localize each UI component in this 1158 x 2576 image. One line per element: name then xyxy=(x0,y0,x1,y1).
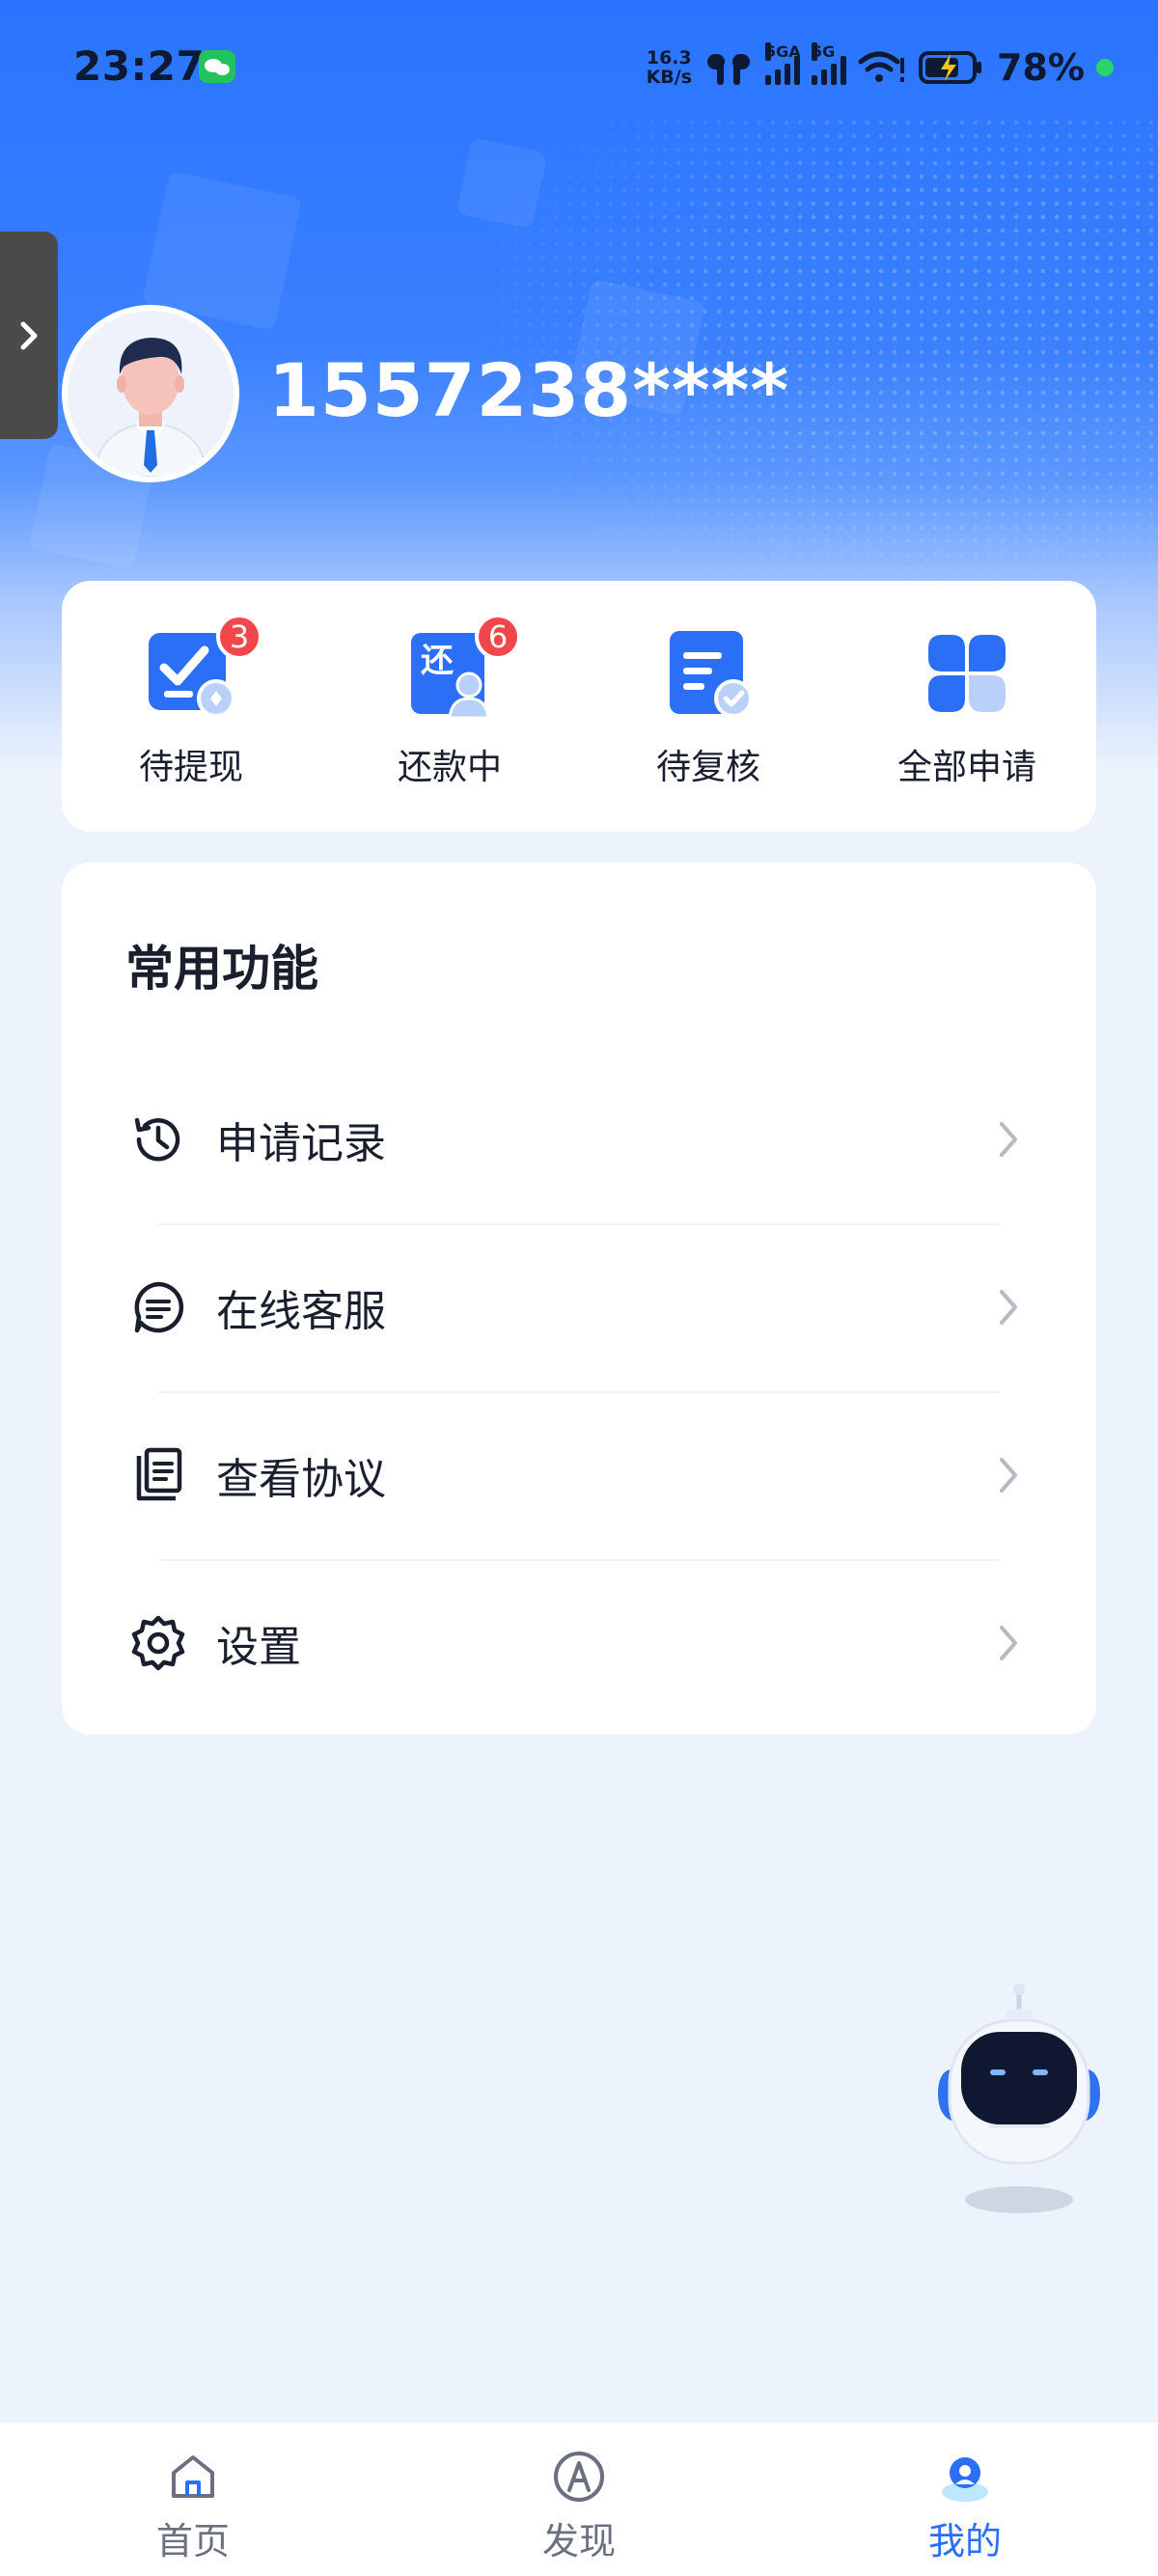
menu-item-label: 设置 xyxy=(216,1623,301,1672)
quick-action-pending-review[interactable]: 待复核 xyxy=(579,581,838,832)
side-expand-tab[interactable] xyxy=(0,232,58,439)
quick-action-all-applications[interactable]: 全部申请 xyxy=(838,581,1096,832)
document-icon xyxy=(136,1447,182,1501)
history-icon xyxy=(134,1117,180,1162)
all-apps-icon xyxy=(928,635,1006,712)
badge-count: 3 xyxy=(216,614,262,660)
signal-icon-2: 5G xyxy=(812,42,847,85)
battery-charging-icon xyxy=(919,51,982,84)
menu-item-view-agreements[interactable]: 查看协议 xyxy=(62,1391,1096,1559)
quick-action-label: 待复核 xyxy=(655,748,760,787)
bottom-navigation: 首页 发现 我的 xyxy=(0,2422,1158,2576)
menu-item-settings[interactable]: 设置 xyxy=(62,1559,1096,1727)
robot-assistant-button[interactable] xyxy=(930,1982,1108,2223)
nav-discover[interactable]: 发现 xyxy=(386,2423,772,2576)
avatar[interactable] xyxy=(62,305,239,482)
signal-icon: 5GA xyxy=(765,42,801,85)
battery-percent: 78% xyxy=(997,46,1085,89)
home-icon xyxy=(172,2455,214,2498)
quick-action-label: 全部申请 xyxy=(896,748,1036,787)
chat-icon xyxy=(134,1281,184,1333)
chevron-right-icon xyxy=(1000,1626,1017,1660)
nav-label: 发现 xyxy=(541,2520,616,2562)
user-avatar-icon xyxy=(68,311,234,477)
menu-item-label: 申请记录 xyxy=(216,1119,386,1168)
earbuds-icon xyxy=(707,54,751,85)
quick-action-label: 待提现 xyxy=(138,748,243,787)
wifi-icon xyxy=(858,51,905,82)
nav-home[interactable]: 首页 xyxy=(0,2423,386,2576)
chevron-right-icon xyxy=(1000,1290,1017,1325)
user-phone-number: 1557238**** xyxy=(268,347,790,433)
common-functions-card: 常用功能 申请记录 在线客服 查看协议 设置 xyxy=(62,863,1096,1735)
status-time: 23:27 xyxy=(73,42,206,90)
badge-count: 6 xyxy=(475,614,521,660)
nav-label: 首页 xyxy=(155,2520,230,2562)
quick-action-repaying[interactable]: 还 6 还款中 xyxy=(320,581,579,832)
review-icon xyxy=(670,631,753,718)
chevron-right-icon xyxy=(1000,1458,1017,1493)
compass-icon xyxy=(554,2452,604,2502)
network-speed: 16.3 KB/s xyxy=(646,47,693,88)
privacy-indicator-dot xyxy=(1096,59,1114,76)
profile-icon xyxy=(942,2457,988,2502)
robot-icon xyxy=(938,1984,1100,2213)
menu-item-label: 在线客服 xyxy=(216,1287,386,1336)
nav-profile[interactable]: 我的 xyxy=(772,2423,1158,2576)
function-list: 申请记录 在线客服 查看协议 设置 xyxy=(62,1055,1096,1727)
quick-action-label: 还款中 xyxy=(397,748,502,787)
wechat-icon xyxy=(199,50,235,83)
chevron-right-icon xyxy=(1000,1122,1017,1157)
menu-item-application-records[interactable]: 申请记录 xyxy=(62,1055,1096,1223)
menu-item-label: 查看协议 xyxy=(216,1455,386,1504)
application-status-card: 3 待提现 还 6 还款中 待复核 全部申请 xyxy=(62,581,1096,832)
svg-text:还: 还 xyxy=(421,642,455,680)
status-bar: 23:27 16.3 KB/s 5GA 5G 78% xyxy=(73,39,1114,96)
menu-item-online-support[interactable]: 在线客服 xyxy=(62,1223,1096,1391)
quick-action-pending-withdrawal[interactable]: 3 待提现 xyxy=(62,581,320,832)
chevron-right-icon xyxy=(20,321,38,349)
section-title: 常用功能 xyxy=(125,941,318,997)
nav-label: 我的 xyxy=(927,2520,1002,2562)
gear-icon xyxy=(131,1615,185,1671)
